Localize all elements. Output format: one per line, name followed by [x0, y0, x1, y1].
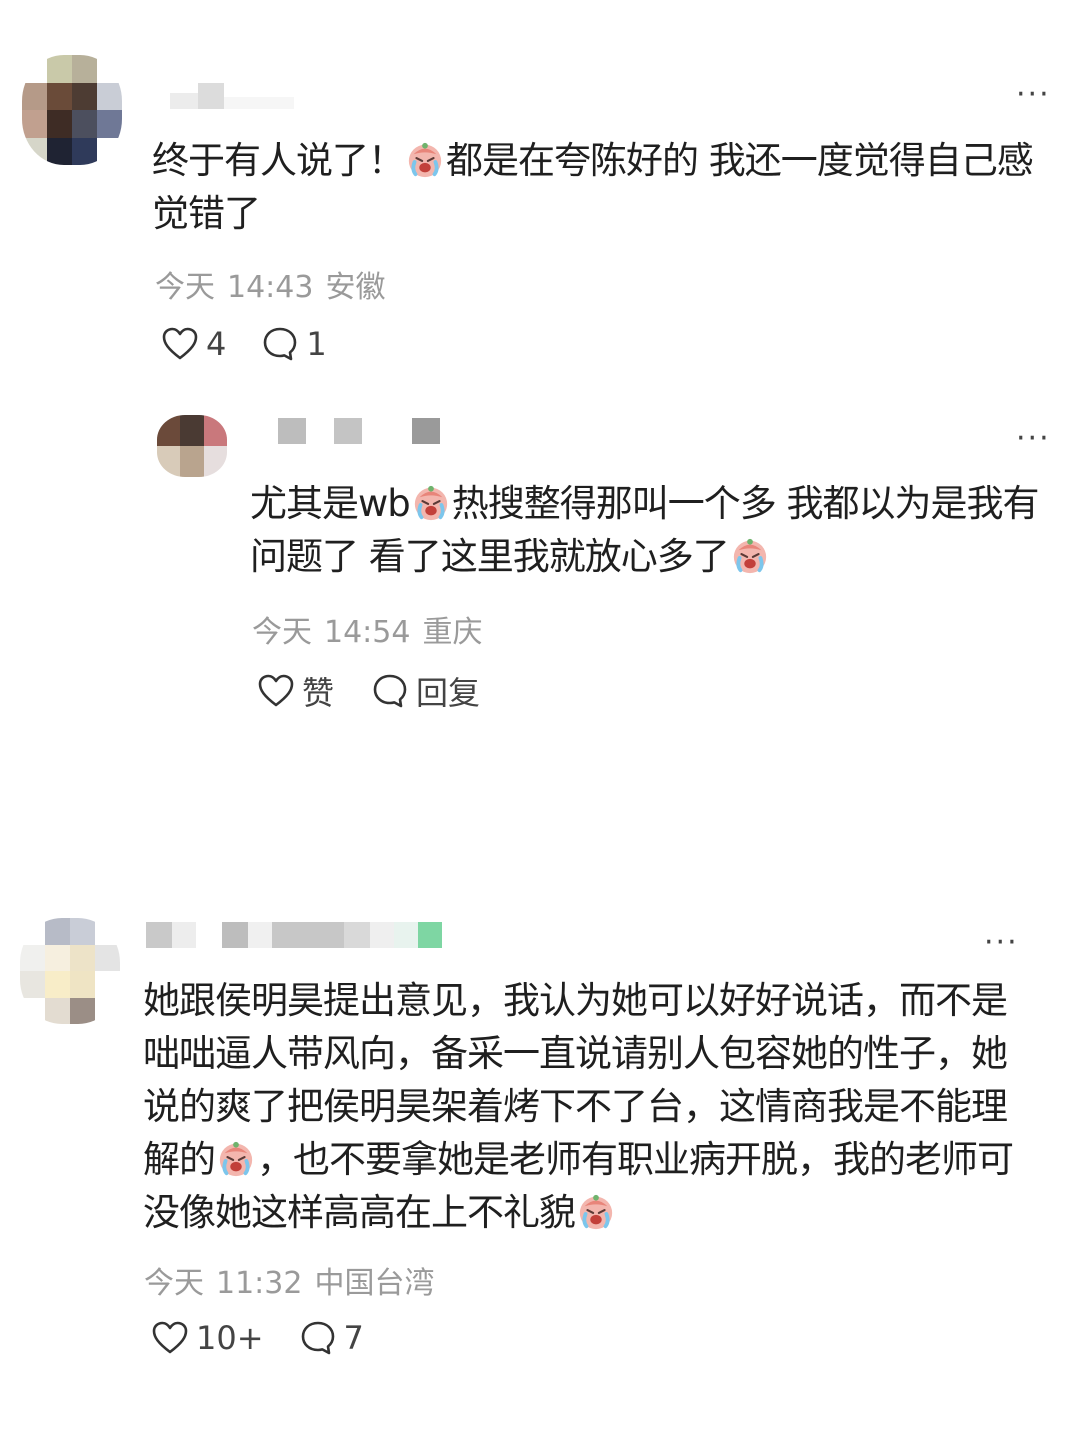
comment-text-part1: 终于有人说了！: [152, 139, 405, 182]
more-options-icon[interactable]: ···: [1016, 80, 1051, 110]
heart-outline-icon: [160, 324, 200, 364]
avatar[interactable]: [20, 918, 120, 1024]
comment-time: 14:43: [227, 270, 314, 305]
comment-location: 安徽: [325, 270, 386, 305]
comment-text: 终于有人说了！ 都是在夸陈好的 我还一度觉得自己感觉错了: [152, 134, 1052, 240]
crying-face-emoji: [406, 141, 444, 179]
comment-meta: 今天 14:43 安徽: [155, 262, 397, 306]
comment-time: 14:54: [324, 615, 411, 650]
like-label: 赞: [302, 674, 335, 712]
reply-label: 回复: [416, 674, 481, 712]
comment-date: 今天: [144, 1266, 204, 1301]
speech-bubble-icon: [370, 671, 410, 711]
avatar[interactable]: [157, 415, 227, 477]
reply-count: 1: [306, 325, 327, 363]
more-options-icon[interactable]: ···: [984, 928, 1019, 958]
comment-date: 今天: [155, 270, 215, 305]
like-count: 10+: [196, 1319, 264, 1357]
heart-outline-icon: [150, 1318, 190, 1358]
comment-location: 重庆: [422, 615, 483, 650]
crying-face-emoji: [577, 1193, 615, 1231]
reply-button[interactable]: 回复: [370, 668, 480, 714]
like-button[interactable]: 4: [160, 324, 226, 364]
like-button[interactable]: 赞: [256, 668, 334, 714]
like-button[interactable]: 10+: [150, 1318, 264, 1358]
speech-bubble-icon: [298, 1318, 338, 1358]
username-blurred[interactable]: [170, 83, 294, 109]
comment-meta: 今天 14:54 重庆: [252, 607, 494, 651]
reply-comment: ··· 尤其是wb 热搜整得那叫一个多 我都以为是我有问题了 看了这里我就放心多了…: [0, 400, 1080, 730]
comment-actions: 赞 回复: [256, 668, 480, 714]
comment-location: 中国台湾: [314, 1266, 435, 1301]
reply-button[interactable]: 7: [298, 1318, 364, 1358]
comment-3: ··· 她跟侯明昊提出意见，我认为她可以好好说话，而不是咄咄逼人带风向，备采一直…: [0, 900, 1080, 1440]
username-blurred[interactable]: [278, 418, 440, 444]
reply-count: 7: [343, 1319, 364, 1357]
speech-bubble-icon: [260, 324, 300, 364]
reply-button[interactable]: 1: [260, 324, 327, 364]
comment-1: ··· 终于有人说了！ 都是在夸陈好的 我还一度觉得自己感觉错了 今天 14:43 安…: [0, 0, 1080, 400]
comment-text: 她跟侯明昊提出意见，我认为她可以好好说话，而不是咄咄逼人带风向，备采一直说请别人…: [143, 974, 1033, 1239]
comment-actions: 4 1: [160, 324, 327, 364]
crying-face-emoji: [412, 484, 450, 522]
comment-time: 11:32: [216, 1266, 303, 1301]
comment-meta: 今天 11:32 中国台湾: [144, 1258, 446, 1302]
crying-face-emoji: [217, 1140, 255, 1178]
comment-text: 尤其是wb 热搜整得那叫一个多 我都以为是我有问题了 看了这里我就放心多了: [250, 477, 1050, 583]
username-blurred[interactable]: [146, 922, 442, 948]
comment-actions: 10+ 7: [150, 1318, 364, 1358]
crying-face-emoji: [731, 537, 769, 575]
comment-text-part1: 尤其是wb: [250, 482, 411, 525]
avatar[interactable]: [22, 55, 122, 165]
heart-outline-icon: [256, 671, 296, 711]
more-options-icon[interactable]: ···: [1016, 424, 1051, 454]
comment-date: 今天: [252, 615, 312, 650]
like-count: 4: [206, 325, 227, 363]
